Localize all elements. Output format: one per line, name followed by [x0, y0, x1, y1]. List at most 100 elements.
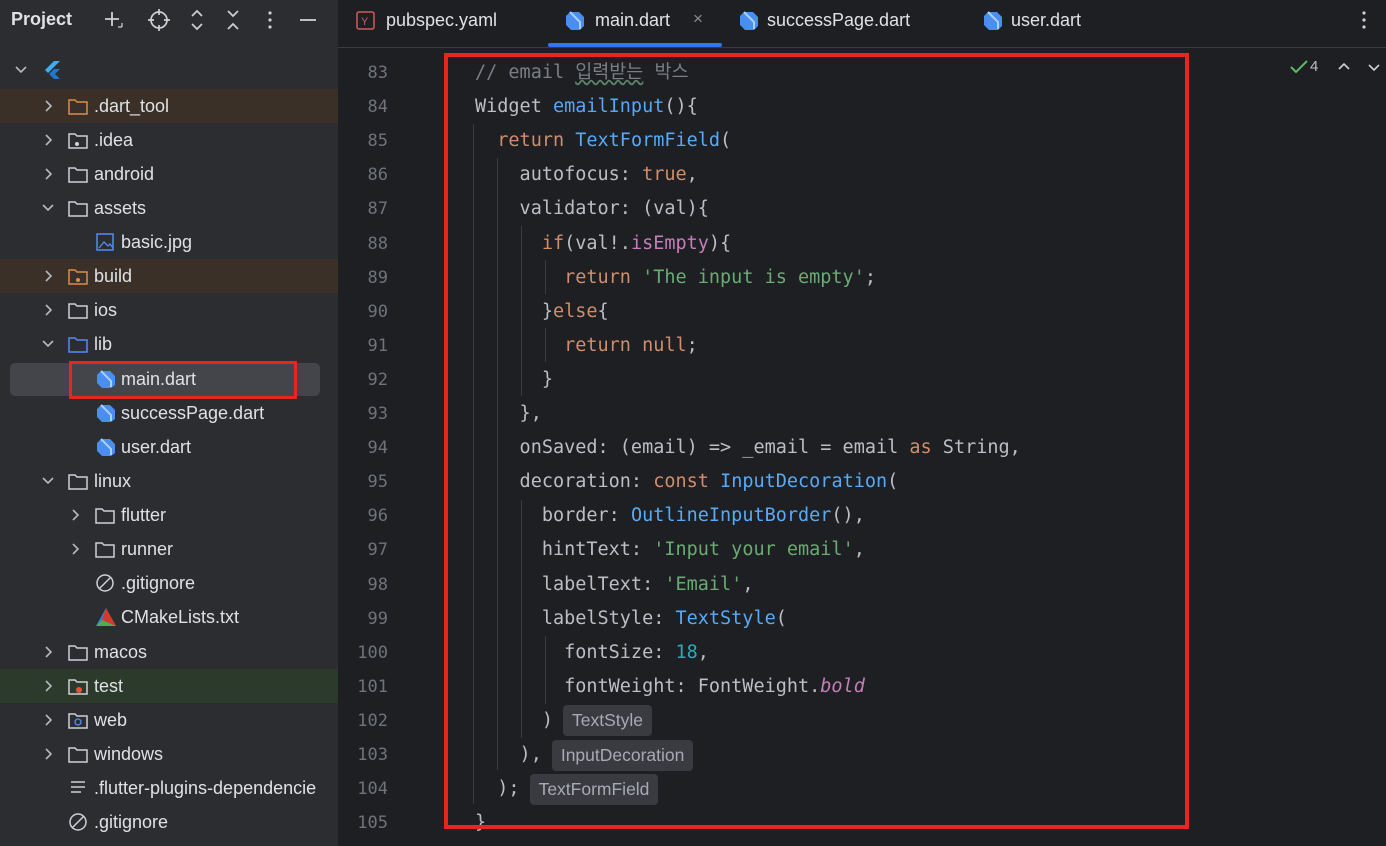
dart-file-icon [983, 11, 1003, 31]
line-number: 96 [367, 506, 388, 527]
line-number: 105 [357, 813, 388, 834]
folder-icon [95, 540, 115, 558]
tree-item-project-root[interactable] [0, 53, 338, 87]
line-number: 99 [367, 608, 388, 629]
tab-main-dart[interactable]: main.dart × [565, 0, 715, 48]
chevron-right-icon[interactable] [39, 123, 57, 157]
tree-item-web[interactable]: web [0, 703, 338, 737]
tab-successpage-dart[interactable]: successPage.dart [739, 0, 939, 48]
folder-test-icon [68, 677, 88, 695]
tree-item-label: .gitignore [121, 573, 196, 593]
text-file-icon [69, 779, 89, 797]
check-icon [1290, 60, 1308, 74]
dart-file-icon [96, 438, 116, 456]
line-number: 84 [367, 97, 388, 118]
chevron-right-icon[interactable] [39, 157, 57, 191]
tree-item-ios[interactable]: ios [0, 293, 338, 327]
tree-item-successpage-dart[interactable]: successPage.dart [0, 396, 338, 430]
active-tab-indicator [548, 43, 722, 47]
tree-item-label: .gitignore [94, 812, 169, 832]
ignore-file-icon [69, 813, 89, 831]
folder-icon [68, 199, 88, 217]
folder-icon [68, 745, 88, 763]
yaml-file-icon: Y [356, 11, 376, 31]
tree-item-label: .idea [94, 130, 134, 150]
tree-item-label: android [94, 164, 155, 184]
chevron-up-icon[interactable] [1336, 59, 1352, 75]
ignore-file-icon [96, 574, 116, 592]
chevron-right-icon[interactable] [66, 532, 84, 566]
folder-excluded-icon [68, 267, 88, 285]
tree-item-dart-tool[interactable]: .dart_tool [0, 89, 338, 123]
chevron-right-icon[interactable] [39, 89, 57, 123]
more-vertical-icon[interactable] [258, 7, 282, 33]
tree-item-basic-jpg[interactable]: basic.jpg [0, 225, 338, 259]
tree-item-test[interactable]: test [0, 669, 338, 703]
line-number: 91 [367, 335, 388, 356]
line-number: 94 [367, 438, 388, 459]
chevron-down-icon[interactable] [12, 53, 30, 87]
line-number: 85 [367, 131, 388, 152]
chevron-down-icon[interactable] [39, 327, 57, 361]
tree-item-flutter-plugins-dependencies[interactable]: .flutter-plugins-dependencie [0, 771, 338, 805]
tab-label: user.dart [1011, 10, 1082, 30]
tree-item-gitignore-root[interactable]: .gitignore [0, 805, 338, 839]
tree-item-macos[interactable]: macos [0, 635, 338, 669]
tab-user-dart[interactable]: user.dart [983, 0, 1103, 48]
image-file-icon [96, 233, 116, 251]
project-panel-title[interactable]: Project [11, 9, 72, 30]
collapse-icon[interactable] [221, 7, 245, 33]
cmake-file-icon [96, 608, 116, 626]
more-vertical-icon[interactable] [1354, 6, 1374, 34]
tree-item-label: user.dart [121, 437, 192, 457]
tree-item-label: linux [94, 471, 132, 491]
folder-icon [68, 301, 88, 319]
folder-icon [95, 506, 115, 524]
tree-item-linux[interactable]: linux [0, 464, 338, 498]
tree-item-label: web [94, 710, 128, 730]
minimize-icon[interactable] [296, 7, 320, 33]
tree-item-idea[interactable]: .idea [0, 123, 338, 157]
tree-item-build[interactable]: build [0, 259, 338, 293]
chevron-down-icon[interactable] [39, 464, 57, 498]
project-panel: Project .dart_tool .idea android assets … [0, 0, 338, 846]
chevron-right-icon[interactable] [39, 259, 57, 293]
tree-item-runner[interactable]: runner [0, 532, 338, 566]
target-icon[interactable] [147, 7, 171, 33]
close-icon[interactable]: × [693, 0, 703, 38]
chevron-down-icon[interactable] [1366, 59, 1382, 75]
folder-icon [68, 165, 88, 183]
line-number: 97 [367, 540, 388, 561]
chevron-right-icon[interactable] [39, 293, 57, 327]
expand-icon[interactable] [185, 7, 209, 33]
tree-item-label: CMakeLists.txt [121, 607, 240, 627]
chevron-down-icon[interactable] [39, 191, 57, 225]
tree-item-cmakelists[interactable]: CMakeLists.txt [0, 600, 338, 634]
folder-source-icon [68, 335, 88, 353]
chevron-right-icon[interactable] [39, 669, 57, 703]
editor-tab-bar: Y pubspec.yaml main.dart × successPage.d… [338, 0, 1386, 48]
tab-label: pubspec.yaml [386, 10, 498, 30]
tree-item-windows[interactable]: windows [0, 737, 338, 771]
chevron-right-icon[interactable] [39, 635, 57, 669]
code-editor[interactable]: Y pubspec.yaml main.dart × successPage.d… [338, 0, 1386, 846]
add-icon[interactable] [101, 7, 125, 33]
line-number: 88 [367, 233, 388, 254]
tab-label: successPage.dart [767, 10, 911, 30]
tree-item-assets[interactable]: assets [0, 191, 338, 225]
tree-item-flutter[interactable]: flutter [0, 498, 338, 532]
tree-item-lib[interactable]: lib [0, 327, 338, 361]
line-number: 87 [367, 199, 388, 220]
tree-item-gitignore[interactable]: .gitignore [0, 566, 338, 600]
chevron-right-icon[interactable] [66, 498, 84, 532]
highlight-box-main-dart [69, 361, 297, 399]
chevron-right-icon[interactable] [39, 703, 57, 737]
tree-item-android[interactable]: android [0, 157, 338, 191]
tab-label: main.dart [595, 10, 671, 30]
chevron-right-icon[interactable] [39, 737, 57, 771]
line-number: 86 [367, 165, 388, 186]
tree-item-label: assets [94, 198, 147, 218]
tree-item-user-dart[interactable]: user.dart [0, 430, 338, 464]
line-number: 100 [357, 642, 388, 663]
tab-pubspec-yaml[interactable]: Y pubspec.yaml [356, 0, 516, 48]
